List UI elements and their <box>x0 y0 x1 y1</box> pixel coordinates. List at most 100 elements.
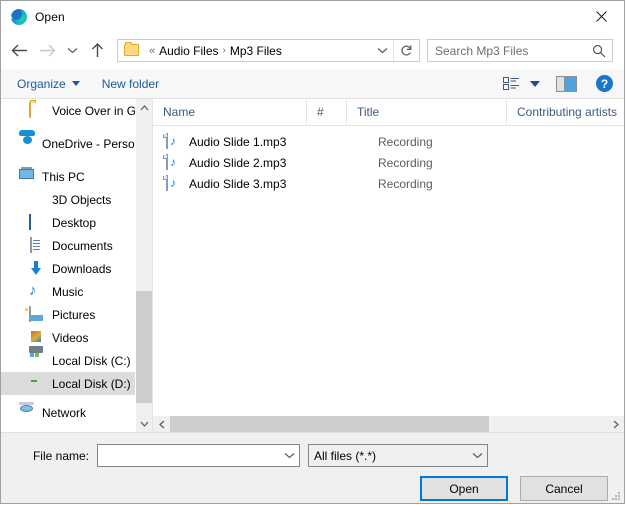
tree-item-local-disk-c[interactable]: Local Disk (C:) <box>1 349 135 372</box>
tree-item-label: 3D Objects <box>52 192 112 207</box>
scrollbar-thumb[interactable] <box>170 415 489 433</box>
tree-item-documents[interactable]: Documents <box>1 234 135 257</box>
file-type-filter-dropdown-button[interactable] <box>468 445 487 466</box>
documents-icon <box>29 236 45 254</box>
sort-ascending-icon <box>231 100 240 105</box>
tree-item-3d-objects[interactable]: 3D Objects <box>1 188 135 211</box>
scrollbar-track[interactable] <box>170 415 607 433</box>
music-icon: ♪ <box>29 281 37 299</box>
title-bar: Open <box>1 1 624 32</box>
tree-item-local-disk-d[interactable]: Local Disk (D:) <box>1 372 135 395</box>
tree-item-label: Desktop <box>52 215 97 230</box>
column-header-contributing-artists[interactable]: Contributing artists <box>506 99 624 125</box>
tree-item-videos[interactable]: Videos <box>1 326 135 349</box>
folder-icon <box>124 42 140 57</box>
tree-item-label: Voice Over in Go <box>52 103 135 118</box>
table-row[interactable]: ♪ Audio Slide 1.mp3 Recording <box>153 131 624 152</box>
file-name-combo[interactable] <box>97 444 300 467</box>
scroll-right-button[interactable] <box>607 416 624 433</box>
breadcrumb-segment-audio-files[interactable]: Audio Files <box>159 44 218 58</box>
dialog-footer: File name: All files (*.*) Open Cancel <box>1 432 624 503</box>
tree-item-label: OneDrive - Person <box>42 136 135 151</box>
forward-arrow-icon <box>39 44 55 57</box>
chevron-down-icon <box>530 80 540 87</box>
folder-icon <box>29 101 45 119</box>
tree-item-network[interactable]: Network <box>1 401 135 424</box>
breadcrumb-segment-mp3-files[interactable]: Mp3 Files <box>230 44 282 58</box>
help-button[interactable]: ? <box>596 72 613 96</box>
search-box[interactable] <box>427 39 613 62</box>
recent-locations-button[interactable] <box>61 37 83 65</box>
address-dropdown-button[interactable] <box>371 40 393 61</box>
column-header-name[interactable]: Name <box>153 99 306 125</box>
back-button[interactable] <box>5 37 33 65</box>
help-icon: ? <box>596 75 613 92</box>
tree-item-label: Local Disk (C:) <box>52 353 131 368</box>
new-folder-button[interactable]: New folder <box>102 77 159 91</box>
open-file-dialog: Open « Audio Files › Mp3 Files Search Mp… <box>0 0 625 504</box>
mp3-file-icon: ♪ <box>166 153 182 171</box>
chevron-left-icon <box>158 420 164 428</box>
close-button[interactable] <box>579 1 624 31</box>
column-header-number[interactable]: # <box>306 99 346 125</box>
forward-button[interactable] <box>33 37 61 65</box>
file-title: Recording <box>378 176 433 191</box>
window-title: Open <box>35 9 65 24</box>
file-list-horizontal-scrollbar[interactable] <box>153 415 624 433</box>
breadcrumb-overflow[interactable]: « <box>145 45 159 57</box>
navigation-pane: Voice Over in Go OneDrive - Person This … <box>1 99 152 432</box>
scroll-left-button[interactable] <box>153 416 170 433</box>
column-header-label: Name <box>163 105 196 119</box>
tree-item-this-pc[interactable]: This PC <box>1 165 135 188</box>
file-name-dropdown-button[interactable] <box>280 445 299 466</box>
chevron-down-icon <box>67 48 77 54</box>
tree-item-voice-over-in-go[interactable]: Voice Over in Go <box>1 99 135 122</box>
file-name: Audio Slide 3.mp3 <box>189 176 287 191</box>
view-options-icon <box>503 76 523 91</box>
chevron-down-icon <box>140 421 148 427</box>
column-header-title[interactable]: Title <box>346 99 506 125</box>
refresh-icon <box>401 45 412 56</box>
file-title: Recording <box>378 134 433 149</box>
mp3-file-icon: ♪ <box>166 174 182 192</box>
downloads-icon <box>29 261 45 277</box>
scrollbar-thumb[interactable] <box>136 291 152 403</box>
preview-pane-button[interactable] <box>556 72 596 96</box>
file-name-label: File name: <box>32 448 89 463</box>
up-button[interactable] <box>83 37 111 65</box>
back-arrow-icon <box>11 44 27 57</box>
search-input[interactable] <box>428 43 586 58</box>
file-name-input[interactable] <box>98 447 280 464</box>
organize-button[interactable]: Organize <box>17 77 80 91</box>
local-disk-c-icon <box>29 353 45 369</box>
column-header-label: Title <box>357 105 380 119</box>
new-folder-label: New folder <box>101 76 160 91</box>
local-disk-d-icon <box>29 376 45 392</box>
open-button[interactable]: Open <box>420 476 508 501</box>
cancel-button[interactable]: Cancel <box>520 476 608 501</box>
navigation-pane-scrollbar[interactable] <box>135 99 152 432</box>
view-options-button[interactable] <box>503 72 556 96</box>
resize-grip[interactable] <box>610 490 620 500</box>
scroll-up-button[interactable] <box>136 99 152 116</box>
desktop-icon <box>29 213 45 231</box>
refresh-button[interactable] <box>393 40 419 61</box>
scroll-down-button[interactable] <box>136 415 152 432</box>
tree-item-downloads[interactable]: Downloads <box>1 257 135 280</box>
this-pc-icon <box>19 169 35 185</box>
tree-item-label: Documents <box>52 238 113 253</box>
tree-item-pictures[interactable]: Pictures <box>1 303 135 326</box>
file-title: Recording <box>378 155 433 170</box>
tree-item-music[interactable]: ♪ Music <box>1 280 135 303</box>
breadcrumb-separator: › <box>222 45 226 56</box>
tree-item-desktop[interactable]: Desktop <box>1 211 135 234</box>
tree-item-onedrive[interactable]: OneDrive - Person <box>1 132 135 155</box>
file-list-pane: Name # Title Contributing artists ♪ Audi… <box>153 99 624 433</box>
organize-label: Organize <box>17 76 66 91</box>
chevron-down-icon <box>472 453 483 459</box>
file-type-filter-combo[interactable]: All files (*.*) <box>308 444 488 467</box>
chevron-right-icon <box>613 420 619 428</box>
table-row[interactable]: ♪ Audio Slide 3.mp3 Recording <box>153 173 624 194</box>
address-bar[interactable]: « Audio Files › Mp3 Files <box>117 39 420 62</box>
table-row[interactable]: ♪ Audio Slide 2.mp3 Recording <box>153 152 624 173</box>
